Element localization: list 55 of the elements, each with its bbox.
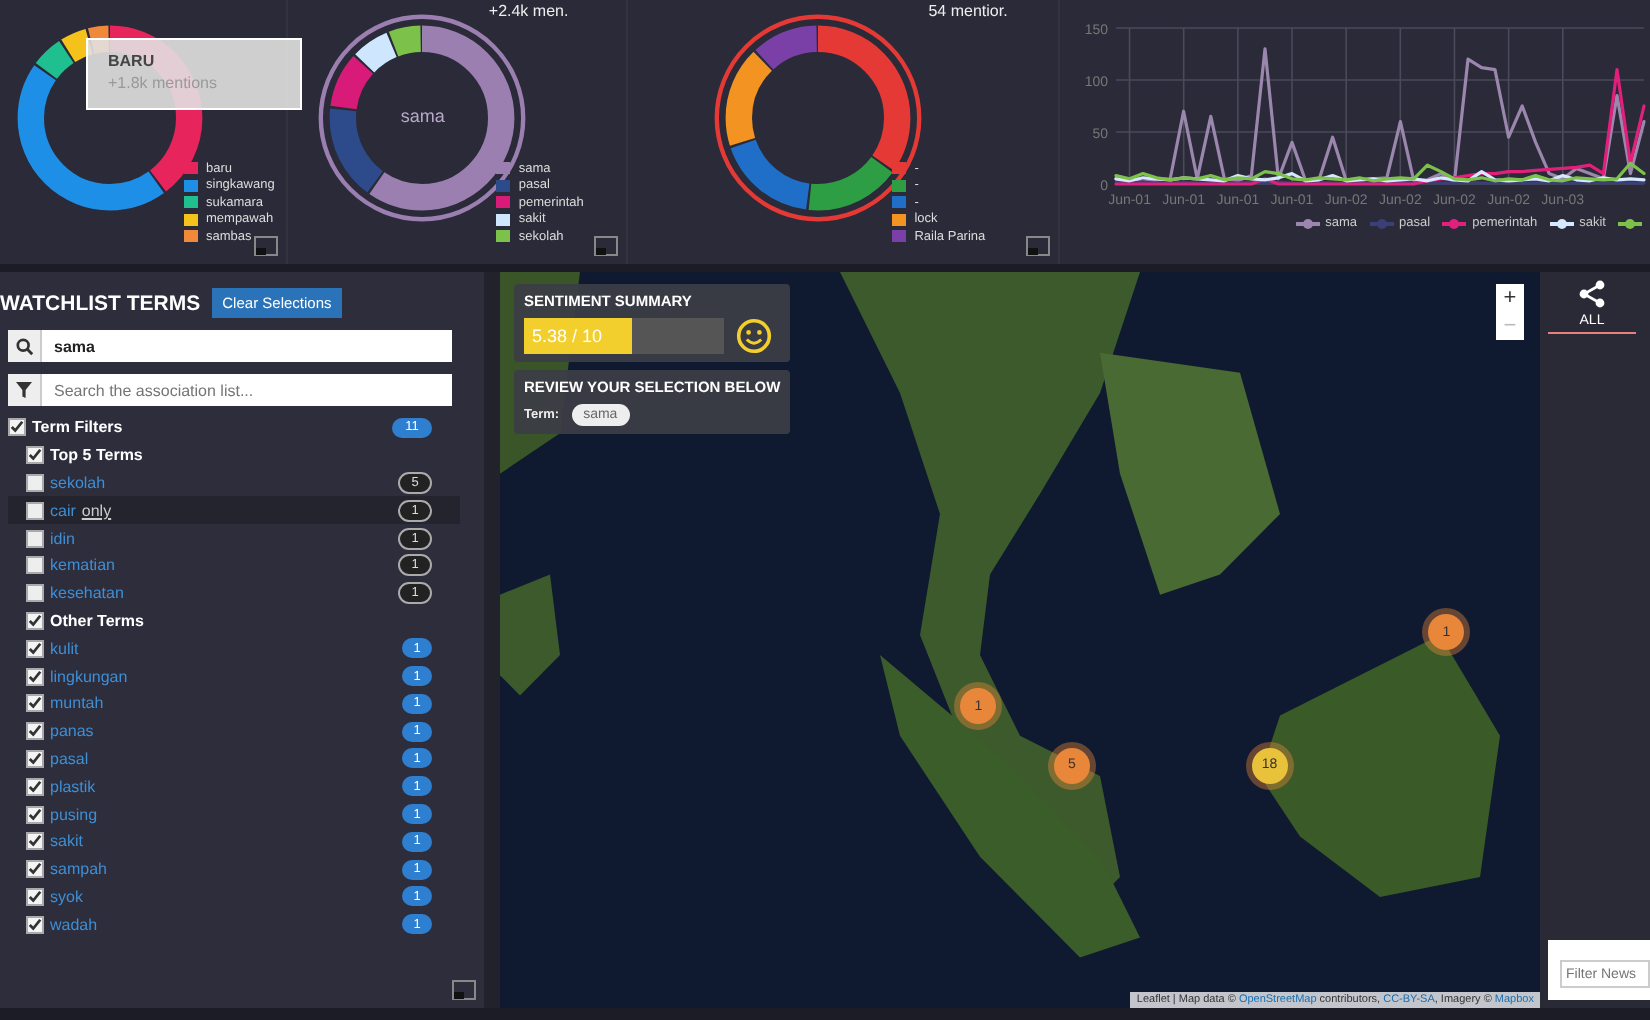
term-link[interactable]: cair (50, 501, 76, 520)
mentions-label: +2.4k men. (488, 2, 569, 20)
checkbox[interactable] (8, 418, 26, 437)
only-link[interactable]: only (81, 501, 112, 520)
checkbox[interactable] (26, 446, 44, 465)
checkbox[interactable] (26, 611, 44, 630)
tooltip-title: BARU (108, 52, 157, 70)
expand-icon[interactable] (1026, 236, 1050, 256)
expand-icon[interactable] (254, 236, 279, 256)
term-link[interactable]: kesehatan (50, 584, 124, 603)
search-icon (8, 330, 42, 362)
checkbox[interactable] (26, 501, 44, 520)
donut-center-label: sama (400, 106, 445, 126)
checkbox[interactable] (26, 832, 44, 851)
checkbox[interactable] (26, 694, 44, 713)
term-link[interactable]: sekolah (50, 473, 106, 492)
checkbox[interactable] (26, 805, 44, 824)
term-link[interactable]: sampah (50, 860, 107, 879)
watchlist-title: WATCHLIST TERMS (0, 291, 201, 315)
term-link[interactable]: pusing (50, 805, 98, 824)
checkbox[interactable] (26, 887, 44, 906)
term-link[interactable]: sakit (50, 832, 83, 851)
expand-icon[interactable] (452, 980, 476, 1000)
sentiment-score: 5.38 / 10 (532, 326, 603, 346)
checkbox[interactable] (26, 915, 44, 934)
association-filter-field[interactable]: Search the association list... (42, 374, 452, 406)
term-link[interactable]: syok (50, 887, 83, 906)
tree-group-label[interactable]: Other Terms (50, 611, 144, 630)
checkbox[interactable] (26, 473, 44, 492)
share-icon (1578, 280, 1606, 308)
mentions-label: 54 mentior. (928, 2, 1008, 20)
checkbox[interactable] (26, 529, 44, 548)
tree-group-label[interactable]: Term Filters (32, 418, 123, 437)
checkbox[interactable] (26, 639, 44, 658)
term-link[interactable]: muntah (50, 694, 104, 713)
term-link[interactable]: plastik (50, 777, 96, 796)
checkbox[interactable] (26, 749, 44, 768)
expand-icon[interactable] (594, 236, 619, 256)
checkbox[interactable] (26, 777, 44, 796)
term-link[interactable]: kematian (50, 556, 115, 575)
term-link[interactable]: panas (50, 722, 94, 741)
checkbox[interactable] (26, 667, 44, 686)
term-link[interactable]: wadah (50, 915, 98, 934)
checkbox[interactable] (26, 722, 44, 741)
filter-icon (8, 374, 42, 406)
checkbox[interactable] (26, 556, 44, 575)
checkbox[interactable] (26, 584, 44, 603)
term-link[interactable]: kulit (50, 639, 79, 658)
search-field[interactable]: sama (42, 330, 452, 362)
term-link[interactable]: lingkungan (50, 667, 128, 686)
checkbox[interactable] (26, 860, 44, 879)
tree-group-label[interactable]: Top 5 Terms (50, 446, 143, 465)
term-link[interactable]: pasal (50, 749, 89, 768)
term-link[interactable]: idin (50, 529, 75, 548)
smiley-icon (736, 318, 772, 354)
